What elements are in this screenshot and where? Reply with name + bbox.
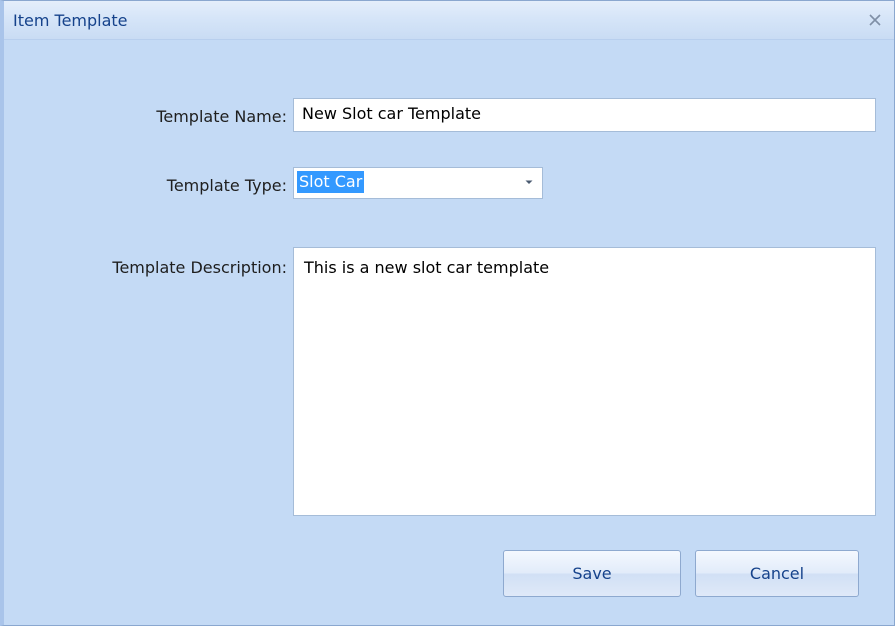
template-type-selected-value: Slot Car <box>297 171 365 193</box>
template-type-label: Template Type: <box>166 176 287 195</box>
title-bar: Item Template <box>4 1 894 40</box>
template-name-label: Template Name: <box>156 107 287 126</box>
template-name-input[interactable]: New Slot car Template <box>293 98 876 132</box>
template-description-textarea[interactable]: This is a new slot car template <box>293 247 876 516</box>
template-description-label: Template Description: <box>112 258 287 277</box>
dialog-window: Item Template Template Name: New Slot ca… <box>0 0 895 626</box>
save-button[interactable]: Save <box>503 550 681 597</box>
template-type-select[interactable]: Slot Car <box>293 167 543 199</box>
close-icon[interactable] <box>864 9 886 31</box>
window-title: Item Template <box>13 11 128 30</box>
chevron-down-icon[interactable] <box>519 171 539 193</box>
cancel-button[interactable]: Cancel <box>695 550 859 597</box>
